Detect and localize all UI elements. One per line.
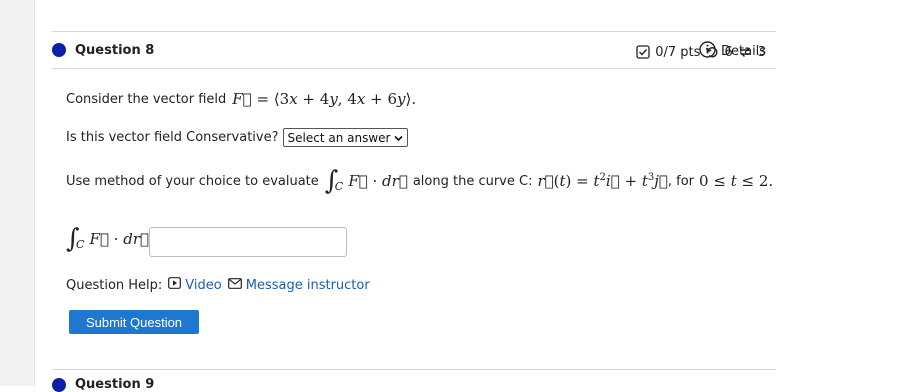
integral-symbol: ∫ C [324, 166, 344, 196]
left-rail [0, 0, 35, 386]
range-formula: 0 ≤ t ≤ 2. [699, 172, 774, 190]
conservative-select[interactable]: Select an answer [282, 128, 409, 147]
submit-question-button[interactable]: Submit Question [69, 310, 199, 334]
question-help: Question Help: Video Message instructor [66, 277, 370, 293]
divider-top [52, 31, 776, 32]
prompt-text-along: along the curve C: [412, 173, 533, 189]
details-label: Details [721, 43, 767, 59]
message-label: Message instructor [245, 277, 370, 293]
divider-bottom [52, 369, 776, 370]
help-label: Question Help: [66, 277, 163, 293]
points-text: 0/7 pts [655, 44, 701, 60]
divider-head [52, 68, 776, 69]
prompt-line-1: Consider the vector field F⃗ = ⟨3x + 4y,… [66, 90, 416, 108]
answer-input[interactable] [149, 227, 347, 257]
integrand-formula: F⃗ · dr⃗ [348, 172, 408, 190]
next-question-dot [52, 378, 66, 392]
question-title: Question 8 [75, 43, 155, 58]
prompt-text-3: Use method of your choice to evaluate [66, 173, 319, 189]
message-instructor-link[interactable]: Message instructor [227, 277, 370, 293]
details-link[interactable]: Details [699, 40, 767, 62]
vector-field-formula: F⃗ = ⟨3x + 4y, 4x + 6y⟩. [232, 90, 417, 108]
info-icon [699, 40, 716, 62]
chevron-down-icon [394, 131, 404, 145]
prompt-text-for: , for [667, 173, 695, 189]
prompt-text-1: Consider the vector field [66, 91, 227, 107]
next-question-title: Question 9 [75, 377, 155, 392]
answer-integral-symbol: ∫ C [66, 224, 85, 254]
prompt-text-2: Is this vector field Conservative? [66, 130, 279, 145]
curve-formula: r⃗(t) = t2i⃗ + t3j⃗ [537, 172, 668, 190]
select-value: Select an answer [287, 130, 391, 145]
video-label: Video [185, 277, 222, 293]
mail-icon [227, 277, 242, 293]
prompt-line-3: Use method of your choice to evaluate ∫ C… [66, 168, 773, 194]
play-icon [168, 277, 182, 293]
prompt-line-2: Is this vector field Conservative? Selec… [66, 128, 409, 147]
checkbox-icon [636, 45, 650, 59]
video-link[interactable]: Video [168, 277, 222, 293]
question-status-dot [52, 43, 66, 57]
